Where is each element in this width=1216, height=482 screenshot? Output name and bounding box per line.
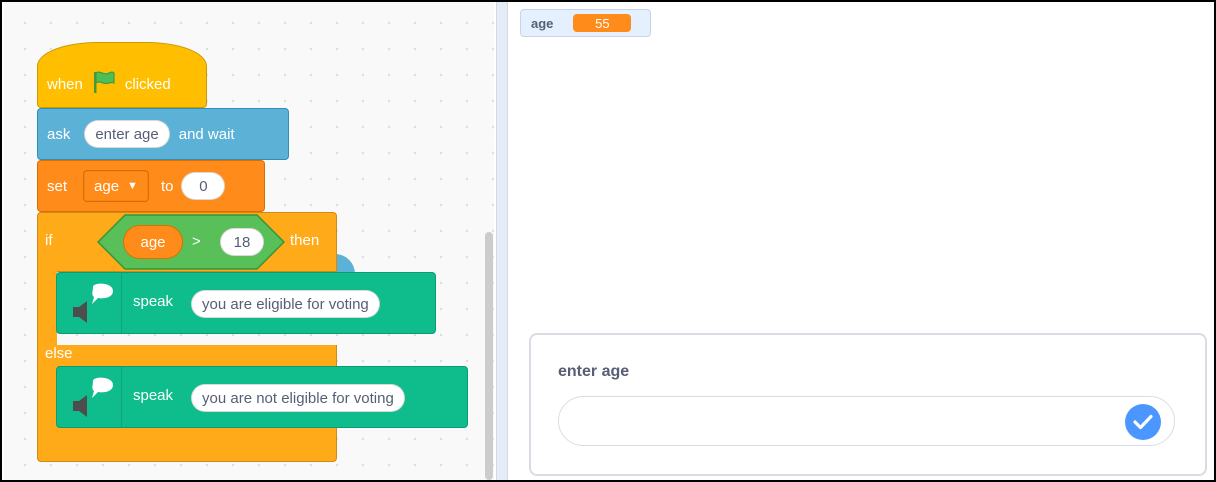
monitor-variable-value: 55 <box>573 14 632 32</box>
greater-than-operator-block[interactable]: age > 18 <box>97 214 285 270</box>
speech-bubble-speaker-icon <box>67 281 117 325</box>
if-else-arm <box>37 271 57 346</box>
ask-keyword: ask <box>47 125 71 143</box>
speak-keyword: speak <box>133 293 174 310</box>
code-area[interactable]: when clicked ask enter age and wait set … <box>4 2 494 480</box>
speech-bubble-speaker-icon <box>67 375 117 419</box>
ask-and-wait-block[interactable]: ask enter age and wait <box>37 108 289 160</box>
ask-question-input[interactable]: enter age <box>84 120 170 148</box>
hat-when-label: when <box>47 75 83 93</box>
speak-text-input[interactable]: you are not eligible for voting <box>191 384 405 412</box>
monitor-variable-name: age <box>531 15 554 31</box>
code-area-scrollbar[interactable] <box>485 232 493 480</box>
greater-than-symbol: > <box>192 233 201 250</box>
block-separator <box>121 367 122 427</box>
speak-keyword: speak <box>133 387 174 404</box>
set-value-input[interactable]: 0 <box>181 172 226 200</box>
if-keyword: if <box>45 232 53 249</box>
if-else-arm <box>37 366 57 426</box>
if-else-middle <box>37 345 337 367</box>
editor-frame: when clicked ask enter age and wait set … <box>0 0 1216 482</box>
set-to-label: to <box>160 177 174 195</box>
green-flag-icon <box>91 70 117 98</box>
hat-clicked-label: clicked <box>124 75 171 93</box>
if-else-bottom <box>37 425 337 462</box>
when-flag-clicked-block[interactable]: when clicked <box>37 42 207 108</box>
then-keyword: then <box>290 232 320 249</box>
caret-down-icon: ▼ <box>127 180 138 192</box>
variable-dropdown[interactable]: age ▼ <box>83 170 149 202</box>
ask-and-wait-label: and wait <box>178 125 235 143</box>
else-keyword: else <box>45 345 73 362</box>
panel-divider <box>496 2 508 480</box>
speak-block-then[interactable]: speak you are eligible for voting <box>56 272 436 334</box>
block-separator <box>121 273 122 333</box>
compare-value-input[interactable]: 18 <box>220 228 264 256</box>
variable-dropdown-label: age <box>94 177 120 195</box>
set-keyword: set <box>47 177 68 195</box>
age-variable-reporter[interactable]: age <box>123 225 183 259</box>
speak-block-else[interactable]: speak you are not eligible for voting <box>56 366 468 428</box>
set-variable-block[interactable]: set age ▼ to 0 <box>37 160 265 212</box>
ask-dialog: enter age <box>529 333 1207 476</box>
check-icon[interactable] <box>1125 404 1161 440</box>
speak-text-input[interactable]: you are eligible for voting <box>191 290 380 318</box>
ask-dialog-question: enter age <box>558 363 630 380</box>
variable-monitor[interactable]: age 55 <box>520 9 651 37</box>
ask-answer-input[interactable] <box>558 396 1175 446</box>
